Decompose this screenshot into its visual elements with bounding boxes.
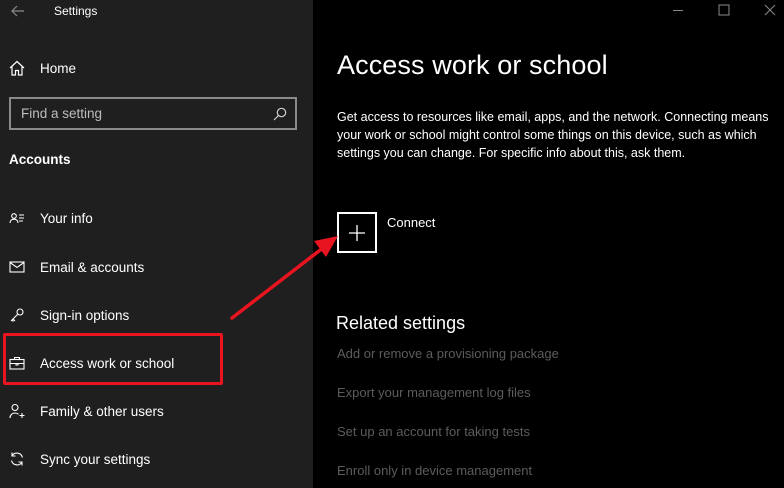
page-title: Access work or school — [337, 50, 608, 80]
related-link-export-logs[interactable]: Export your management log files — [337, 385, 531, 400]
search-input[interactable] — [21, 106, 272, 121]
sidebar-item-label: Sign-in options — [40, 307, 130, 323]
section-title: Accounts — [9, 152, 71, 167]
sidebar-item-label: Your info — [40, 210, 93, 226]
home-icon — [8, 59, 26, 77]
sidebar-item-label: Family & other users — [40, 403, 164, 419]
sync-icon — [8, 450, 26, 468]
close-icon[interactable] — [762, 2, 778, 18]
connect-button[interactable]: Connect — [337, 212, 435, 253]
back-arrow-icon[interactable] — [9, 2, 27, 20]
search-icon[interactable] — [272, 106, 288, 122]
home-label: Home — [40, 60, 77, 76]
related-link-provisioning-package[interactable]: Add or remove a provisioning package — [337, 346, 559, 361]
add-person-icon — [8, 402, 26, 420]
app-title: Settings — [54, 4, 98, 18]
sidebar-item-label: Sync your settings — [40, 451, 151, 467]
search-box[interactable] — [9, 97, 297, 130]
highlight-box — [3, 333, 223, 385]
minimize-icon[interactable] — [670, 2, 686, 18]
person-card-icon — [8, 209, 26, 227]
page-description: Get access to resources like email, apps… — [337, 110, 769, 160]
home-link[interactable]: Home — [8, 58, 298, 78]
related-settings-title: Related settings — [336, 313, 466, 333]
key-icon — [8, 306, 26, 324]
sidebar-item-label: Email & accounts — [40, 259, 145, 275]
annotation-arrow — [230, 236, 338, 320]
envelope-icon — [8, 258, 26, 276]
sidebar-item-your-info[interactable]: Your info — [8, 206, 298, 230]
related-link-device-management[interactable]: Enroll only in device management — [337, 463, 532, 478]
connect-label: Connect — [387, 215, 436, 230]
sidebar-item-family-other-users[interactable]: Family & other users — [8, 399, 298, 423]
maximize-icon[interactable] — [716, 2, 732, 18]
related-link-test-account[interactable]: Set up an account for taking tests — [337, 424, 530, 439]
sidebar-item-sync-settings[interactable]: Sync your settings — [8, 447, 298, 471]
